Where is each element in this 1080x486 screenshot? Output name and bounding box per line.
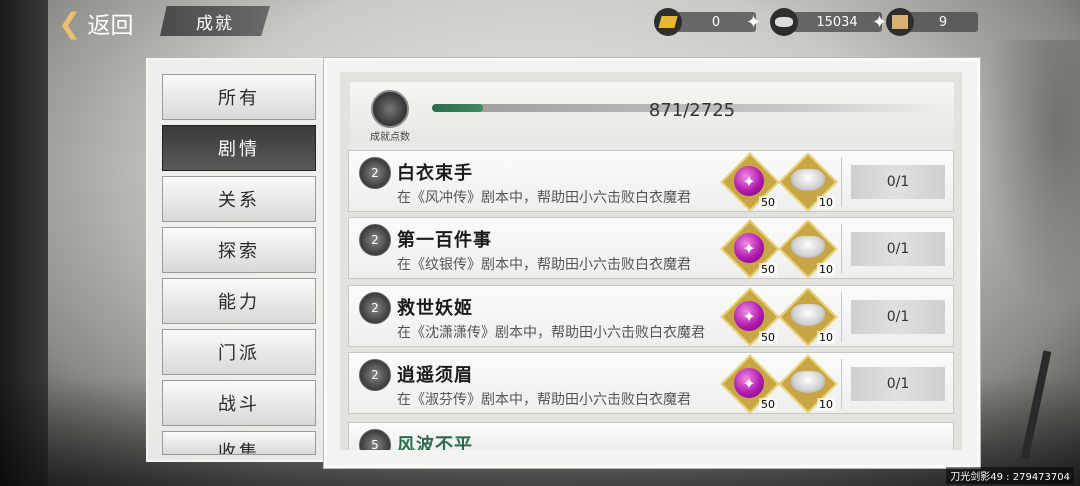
- gold-ingot-icon: [654, 8, 682, 36]
- achievement-desc: 在《风冲传》剧本中，帮助田小六击败白衣魔君: [397, 190, 691, 206]
- reward-qty: 10: [817, 398, 835, 411]
- tab-sect[interactable]: 门派: [162, 329, 316, 375]
- purple-orb-icon: ✦: [734, 166, 764, 196]
- silver-ingot-icon: [791, 169, 825, 191]
- list-item[interactable]: 2 白衣束手在《风冲传》剧本中，帮助田小六击败白衣魔君 ✦ 50 10 0/1: [348, 150, 954, 212]
- purple-orb-icon: ✦: [734, 233, 764, 263]
- trophy-shield-icon: [371, 90, 409, 128]
- achievement-desc: 在《淑芬传》剧本中，帮助田小六击败白衣魔君: [397, 392, 691, 408]
- reward-item[interactable]: 10: [778, 287, 838, 347]
- reward-item[interactable]: 10: [778, 219, 838, 279]
- chevron-left-icon: ❮: [58, 6, 82, 40]
- reward-item[interactable]: ✦ 50: [720, 219, 780, 279]
- silver-ingot-icon: [791, 304, 825, 326]
- list-item[interactable]: 5 风波不平: [348, 422, 954, 450]
- progress-count: 0/1: [851, 232, 945, 266]
- tab-relations[interactable]: 关系: [162, 176, 316, 222]
- silver-ingot-icon: [791, 371, 825, 393]
- tab-ability[interactable]: 能力: [162, 278, 316, 324]
- back-label: 返回: [87, 13, 134, 39]
- gold-value: 0: [676, 12, 756, 32]
- tab-combat[interactable]: 战斗: [162, 380, 316, 426]
- list-item[interactable]: 2 救世妖姬在《沈潇潇传》剧本中，帮助田小六击败白衣魔君 ✦ 50 10 0/1: [348, 285, 954, 347]
- scroll-resource: 9: [886, 8, 978, 36]
- medal-icon: 2: [359, 157, 391, 189]
- add-silver-icon[interactable]: ✦: [872, 12, 887, 33]
- achievement-points-badge: 成就点数: [362, 90, 418, 143]
- medal-icon: 5: [359, 429, 391, 450]
- achievement-name: 白衣束手: [397, 163, 473, 184]
- list-item[interactable]: 2 第一百件事在《纹银传》剧本中，帮助田小六击败白衣魔君 ✦ 50 10 0/1: [348, 217, 954, 279]
- progress-count: 0/1: [851, 367, 945, 401]
- silver-ingot-icon: [791, 236, 825, 258]
- list-item[interactable]: 2 逍遥须眉在《淑芬传》剧本中，帮助田小六击败白衣魔君 ✦ 50 10 0/1: [348, 352, 954, 414]
- tab-explore[interactable]: 探索: [162, 227, 316, 273]
- reward-item[interactable]: ✦ 50: [720, 152, 780, 212]
- progress-count: 0/1: [851, 165, 945, 199]
- achievement-desc: 在《纹银传》剧本中，帮助田小六击败白衣魔君: [397, 257, 691, 273]
- reward-qty: 50: [759, 398, 777, 411]
- progress-fill: [432, 104, 484, 112]
- tab-all[interactable]: 所有: [162, 74, 316, 120]
- reward-item[interactable]: 10: [778, 152, 838, 212]
- achievement-points-label: 成就点数: [370, 132, 410, 143]
- achievement-name: 第一百件事: [397, 230, 492, 251]
- tab-story[interactable]: 剧情: [162, 125, 316, 171]
- silver-resource: 15034 ✦: [770, 8, 887, 36]
- reward-item[interactable]: 10: [778, 354, 838, 414]
- add-gold-icon[interactable]: ✦: [746, 12, 761, 33]
- medal-icon: 2: [359, 292, 391, 324]
- progress-count: 0/1: [851, 300, 945, 334]
- medal-icon: 2: [359, 224, 391, 256]
- medal-icon: 2: [359, 359, 391, 391]
- purple-orb-icon: ✦: [734, 301, 764, 331]
- scroll-icon: [886, 8, 914, 36]
- purple-orb-icon: ✦: [734, 368, 764, 398]
- bamboo-decoration: [970, 40, 1080, 340]
- reward-qty: 50: [759, 196, 777, 209]
- divider: [841, 359, 842, 409]
- reward-qty: 10: [817, 331, 835, 344]
- achievement-desc: 在《沈潇潇传》剧本中，帮助田小六击败白衣魔君: [397, 325, 705, 341]
- reward-qty: 50: [759, 331, 777, 344]
- tab-collect[interactable]: 收集: [162, 431, 316, 455]
- reward-qty: 10: [817, 263, 835, 276]
- reward-qty: 10: [817, 196, 835, 209]
- divider: [841, 224, 842, 274]
- page-title: 成就: [160, 6, 270, 36]
- silver-value: 15034: [792, 12, 882, 32]
- back-button[interactable]: ❮ 返回: [58, 6, 158, 40]
- scroll-value: 9: [908, 12, 978, 32]
- achievement-name: 逍遥须眉: [397, 365, 473, 386]
- achievement-name: 救世妖姬: [397, 298, 473, 319]
- silver-ingot-icon: [770, 8, 798, 36]
- achievement-name: 风波不平: [397, 435, 473, 450]
- gold-resource: 0 ✦: [654, 8, 761, 36]
- reward-item[interactable]: ✦ 50: [720, 354, 780, 414]
- watermark: 刀光剑影49 : 279473704: [946, 467, 1074, 484]
- progress-text: 871/2725: [648, 100, 736, 121]
- divider: [841, 157, 842, 207]
- divider: [841, 292, 842, 342]
- reward-qty: 50: [759, 263, 777, 276]
- reward-item[interactable]: ✦ 50: [720, 287, 780, 347]
